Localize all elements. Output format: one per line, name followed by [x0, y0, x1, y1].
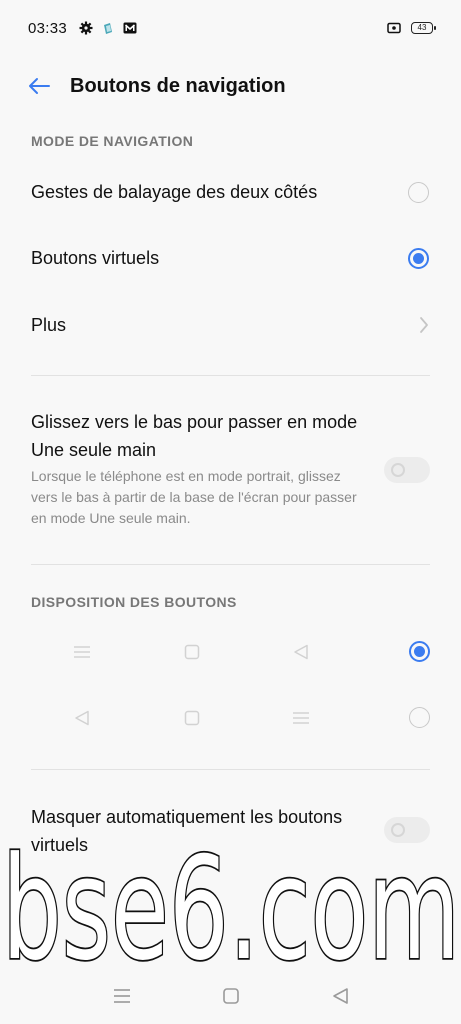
back-triangle-icon: [75, 710, 89, 726]
menu-icon: [74, 646, 90, 658]
menu-icon: [293, 712, 309, 724]
app-icon: [104, 23, 113, 34]
status-time: 03:33: [28, 19, 68, 37]
more-row[interactable]: Plus: [0, 300, 461, 350]
menu-icon[interactable]: [111, 986, 133, 1006]
nav-option-virtual-buttons-label: Boutons virtuels: [31, 247, 160, 268]
one-hand-mode-title: Glissez vers le bas pour passer en mode …: [31, 412, 358, 460]
back-triangle-icon: [294, 644, 308, 660]
gear-icon: [79, 21, 93, 35]
watermark: bse6.com: [2, 840, 461, 970]
radio-layout-2[interactable]: [409, 707, 430, 728]
one-hand-mode-description: Lorsque le téléphone est en mode portrai…: [31, 468, 357, 526]
watermark-text: bse6.com: [2, 840, 460, 970]
section-title-button-layout: DISPOSITION DES BOUTONS: [31, 594, 237, 610]
more-label: Plus: [31, 314, 67, 335]
one-hand-mode-toggle[interactable]: [384, 457, 430, 483]
page-title: Boutons de navigation: [70, 74, 286, 97]
square-icon: [184, 710, 200, 726]
nav-option-gestures-label: Gestes de balayage des deux côtés: [31, 181, 318, 202]
divider: [31, 769, 430, 770]
one-hand-mode-row[interactable]: Glissez vers le bas pour passer en mode …: [0, 408, 461, 536]
radio-gestures[interactable]: [408, 181, 429, 203]
back-button[interactable]: [24, 71, 54, 101]
layout-option-1[interactable]: [0, 627, 461, 677]
back-triangle-icon[interactable]: [329, 986, 351, 1006]
home-square-icon[interactable]: [220, 986, 242, 1006]
radio-layout-1[interactable]: [409, 641, 430, 662]
mail-icon: [123, 22, 137, 34]
arrow-left-icon: [29, 78, 50, 94]
chevron-right-icon: [420, 317, 428, 333]
square-icon: [184, 644, 200, 660]
radio-virtual-buttons[interactable]: [408, 247, 429, 269]
status-left-icons: [79, 21, 137, 35]
nav-option-virtual-buttons[interactable]: Boutons virtuels: [0, 233, 461, 283]
section-title-navigation-mode: MODE DE NAVIGATION: [31, 133, 194, 149]
status-bar: 03:33 43: [0, 0, 461, 56]
system-nav-bar: [0, 970, 461, 1024]
one-hand-mode-text: Glissez vers le bas pour passer en mode …: [31, 408, 361, 529]
screen-record-icon: [387, 22, 401, 34]
divider: [31, 375, 430, 376]
header: Boutons de navigation: [0, 60, 461, 112]
nav-option-gestures[interactable]: Gestes de balayage des deux côtés: [0, 167, 461, 217]
layout-option-2[interactable]: [0, 693, 461, 743]
battery-indicator: 43: [411, 22, 436, 34]
divider: [31, 564, 430, 565]
status-right-icons: 43: [387, 21, 436, 35]
